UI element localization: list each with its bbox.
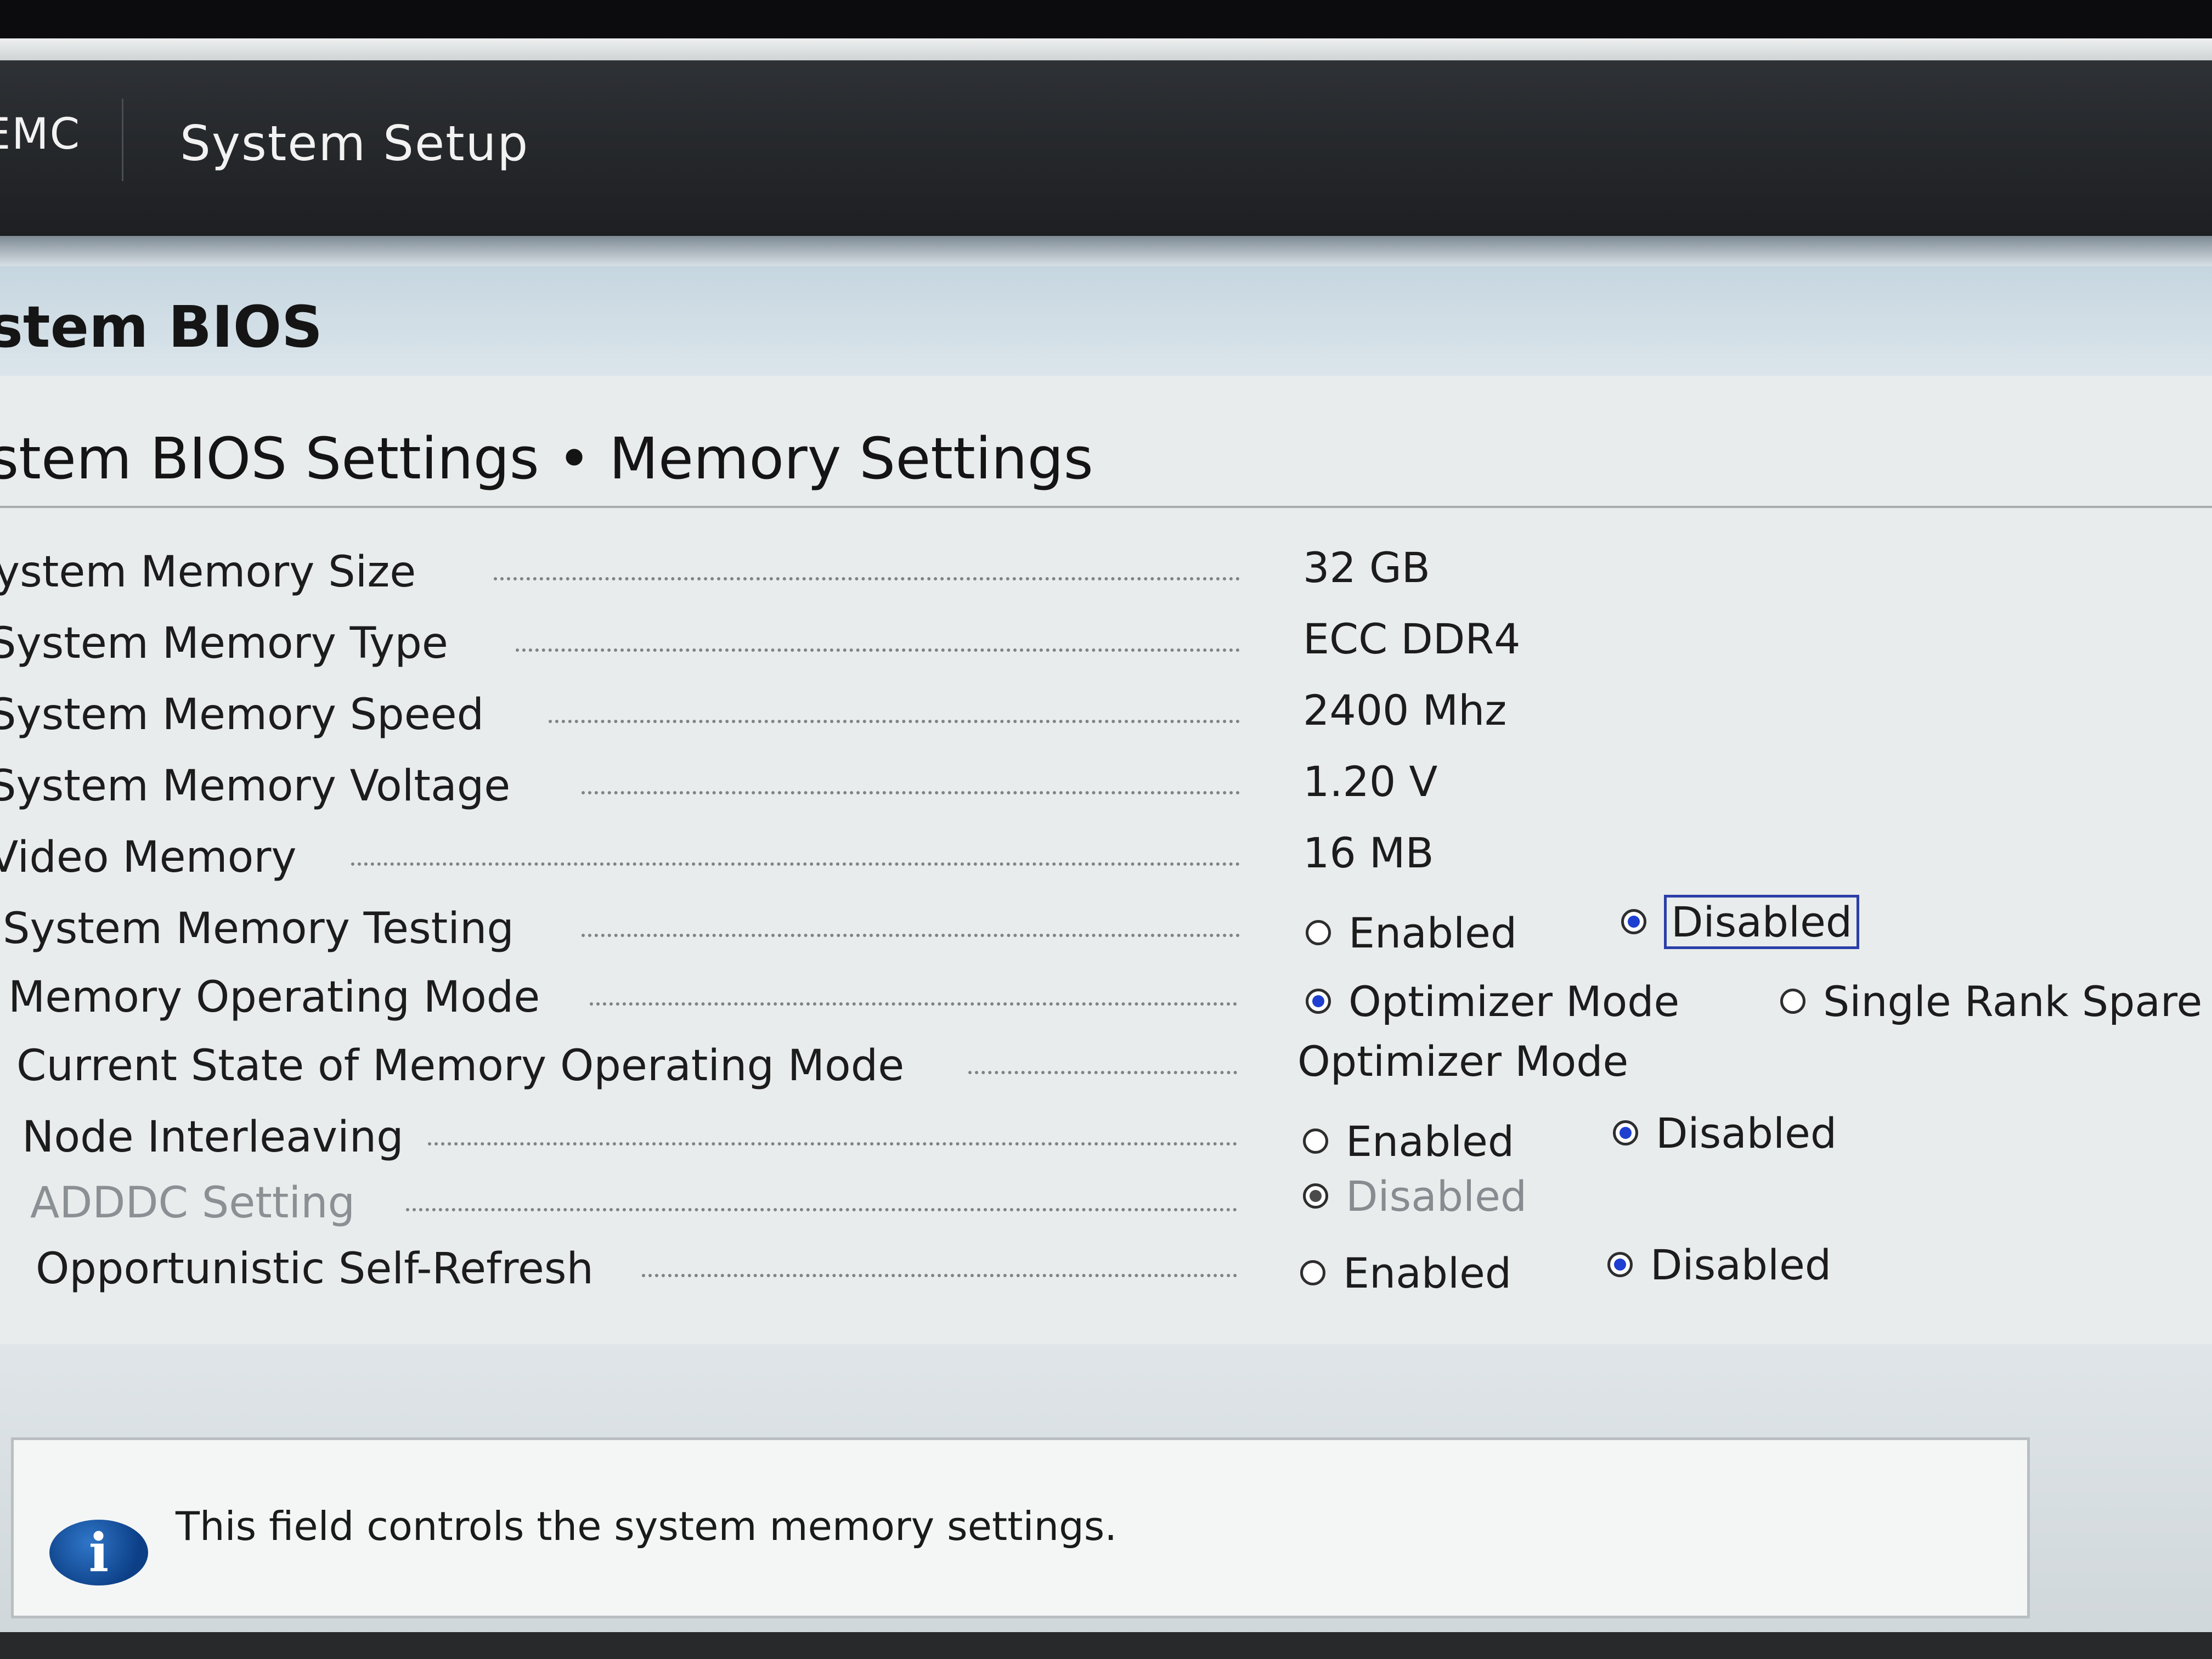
setting-row-system-memory-speed: System Memory Speed 2400 Mhz (0, 680, 2212, 746)
radio-label: Disabled (1346, 1171, 1527, 1221)
radio-memory-testing-disabled[interactable]: Disabled (1621, 894, 1860, 949)
setting-label: ADDDC Setting (30, 1178, 356, 1228)
setting-label: Node Interleaving (22, 1113, 404, 1162)
setting-label: Current State of Memory Operating Mode (16, 1041, 905, 1091)
setting-value: 1.20 V (1303, 757, 1438, 806)
radio-node-interleaving-enabled[interactable]: Enabled (1303, 1116, 1515, 1166)
radio-unselected-icon (1303, 1128, 1328, 1154)
radio-self-refresh-disabled[interactable]: Disabled (1607, 1240, 1832, 1289)
dot-leader (406, 1208, 1237, 1211)
radio-operating-mode-single-rank-spare[interactable]: Single Rank Spare (1780, 977, 2203, 1026)
radio-label: Single Rank Spare (1823, 977, 2203, 1026)
setting-row-opportunistic-self-refresh: Opportunistic Self-Refresh Enabled Disab… (0, 1234, 2212, 1300)
app-title: System Setup (180, 115, 529, 172)
radio-label: Optimizer Mode (1348, 977, 1680, 1026)
setting-value: 16 MB (1303, 828, 1434, 877)
setting-label: Opportunistic Self-Refresh (36, 1244, 594, 1294)
header-edge (0, 236, 2212, 266)
setting-row-memory-operating-mode: Memory Operating Mode Optimizer Mode Sin… (0, 963, 2212, 1029)
title-rule (0, 506, 2212, 508)
setting-row-video-memory: Video Memory 16 MB (0, 823, 2212, 889)
radio-unselected-icon (1300, 1260, 1325, 1285)
dot-leader (590, 1002, 1237, 1006)
radio-selected-icon (1303, 1183, 1328, 1209)
radio-label: Enabled (1346, 1116, 1515, 1166)
setting-row-system-memory-type: System Memory Type ECC DDR4 (0, 609, 2212, 675)
setting-label: System Memory Type (0, 619, 448, 668)
setting-row-system-memory-testing: System Memory Testing Enabled Disabled (0, 894, 2212, 960)
radio-node-interleaving-disabled[interactable]: Disabled (1613, 1108, 1837, 1158)
setting-value: 2400 Mhz (1303, 686, 1507, 735)
setting-value: Optimizer Mode (1297, 1037, 1629, 1086)
breadcrumb: stem BIOS Settings • Memory Settings (0, 425, 1093, 492)
setting-label: System Memory Testing (3, 904, 514, 953)
setting-row-system-memory-voltage: System Memory Voltage 1.20 V (0, 752, 2212, 817)
brand-label: EMC (0, 110, 81, 159)
setting-row-system-memory-size: ystem Memory Size 32 GB (0, 538, 2212, 603)
radio-selected-icon (1613, 1120, 1638, 1146)
radio-label: Enabled (1348, 908, 1517, 957)
monitor-bottom-bezel (0, 1632, 2212, 1659)
setting-value: ECC DDR4 (1303, 614, 1521, 663)
header-separator (122, 99, 123, 181)
setting-label: Video Memory (0, 833, 297, 882)
section-band (0, 266, 2212, 376)
dot-leader (351, 862, 1240, 866)
setting-row-adddc-setting: ADDDC Setting Disabled (0, 1169, 2212, 1234)
dot-leader (494, 577, 1240, 580)
monitor-bezel-strip (0, 38, 2212, 60)
setting-value: 32 GB (1303, 543, 1430, 592)
radio-adddc-disabled: Disabled (1303, 1171, 1527, 1221)
radio-unselected-icon (1306, 920, 1331, 945)
setting-row-current-operating-mode: Current State of Memory Operating Mode O… (0, 1031, 2212, 1097)
radio-label: Enabled (1343, 1248, 1512, 1297)
radio-label: Disabled (1656, 1108, 1837, 1158)
dot-leader (582, 934, 1240, 937)
dot-leader (968, 1071, 1237, 1074)
radio-memory-testing-enabled[interactable]: Enabled (1306, 908, 1517, 957)
radio-selected-icon (1607, 1252, 1633, 1277)
radio-selected-icon (1621, 909, 1646, 934)
radio-operating-mode-optimizer[interactable]: Optimizer Mode (1306, 977, 1680, 1026)
dot-leader (642, 1274, 1237, 1277)
section-title: stem BIOS (0, 294, 323, 360)
info-icon: i (49, 1520, 148, 1585)
dot-leader (549, 720, 1240, 723)
setting-label: System Memory Voltage (0, 761, 511, 811)
radio-selected-icon (1306, 989, 1331, 1014)
setting-label: ystem Memory Size (0, 548, 416, 597)
radio-label: Disabled (1650, 1240, 1832, 1289)
dot-leader (428, 1142, 1237, 1146)
monitor-top-bezel (0, 0, 2212, 38)
dot-leader (516, 648, 1240, 652)
radio-label: Disabled (1664, 894, 1860, 949)
radio-self-refresh-enabled[interactable]: Enabled (1300, 1248, 1512, 1297)
help-text: This field controls the system memory se… (176, 1503, 1118, 1549)
setting-label: System Memory Speed (0, 690, 484, 740)
dot-leader (582, 791, 1240, 794)
setting-row-node-interleaving: Node Interleaving Enabled Disabled (0, 1103, 2212, 1169)
radio-unselected-icon (1780, 989, 1805, 1014)
setting-label: Memory Operating Mode (8, 973, 540, 1022)
